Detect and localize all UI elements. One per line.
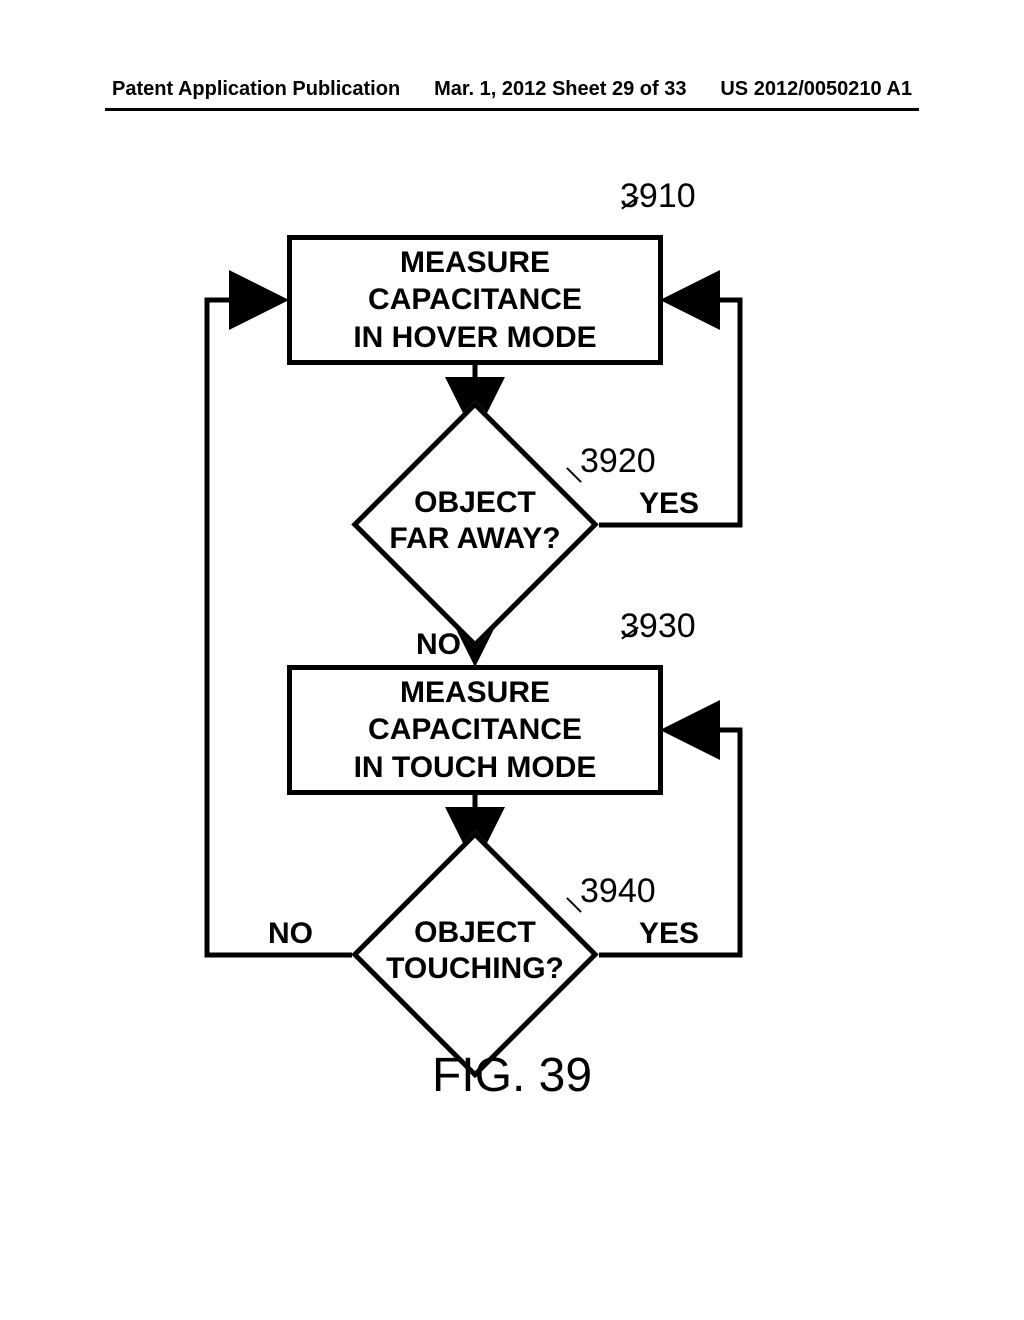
header-center: Mar. 1, 2012 Sheet 29 of 33 (434, 78, 686, 101)
decision-label: OBJECT FAR AWAY? (389, 485, 560, 557)
box-line: MEASURE CAPACITANCE (292, 244, 658, 319)
header-left: Patent Application Publication (112, 78, 400, 101)
box-line: IN HOVER MODE (353, 319, 596, 357)
flowchart-diagram: MEASURE CAPACITANCE IN HOVER MODE OBJECT… (0, 165, 1024, 1145)
edge-label-yes: YES (639, 487, 699, 521)
process-box-measure-hover: MEASURE CAPACITANCE IN HOVER MODE (287, 235, 663, 365)
decision-label: OBJECT TOUCHING? (386, 915, 564, 987)
ref-3920: 3920 (580, 442, 656, 481)
edge-label-no: NO (416, 628, 461, 662)
diamond-line: TOUCHING? (386, 952, 564, 985)
ref-3940: 3940 (580, 872, 656, 911)
edge-label-yes: YES (639, 917, 699, 951)
ref-3910: 3910 (620, 177, 696, 216)
box-line: MEASURE CAPACITANCE (292, 674, 658, 749)
figure-label: FIG. 39 (432, 1048, 592, 1103)
diamond-line: OBJECT (414, 486, 536, 519)
diamond-line: FAR AWAY? (389, 522, 560, 555)
header-right: US 2012/0050210 A1 (720, 78, 912, 101)
ref-3930: 3930 (620, 607, 696, 646)
diamond-line: OBJECT (414, 916, 536, 949)
box-line: IN TOUCH MODE (354, 749, 597, 787)
page-header: Patent Application Publication Mar. 1, 2… (0, 78, 1024, 101)
edge-label-no: NO (268, 917, 313, 951)
process-box-measure-touch: MEASURE CAPACITANCE IN TOUCH MODE (287, 665, 663, 795)
header-divider (105, 108, 919, 111)
